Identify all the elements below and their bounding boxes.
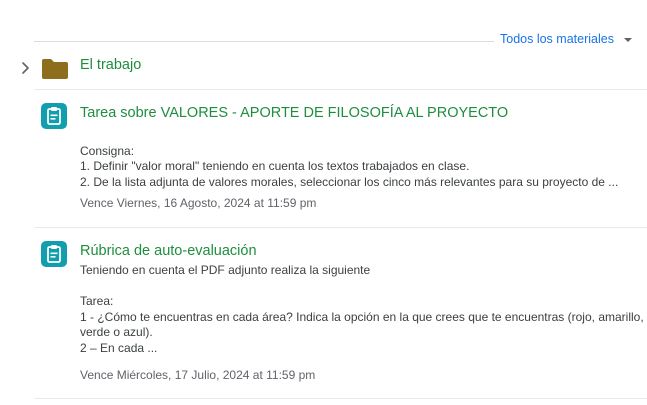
due-date: Vence Miércoles, 17 Julio, 2024 at 11:59… — [80, 368, 316, 382]
description-line — [80, 128, 645, 144]
description-line — [80, 279, 645, 295]
assignment-icon — [41, 241, 67, 267]
assignment-icon — [41, 103, 67, 129]
description-line: 1 - ¿Cómo te encuentras en cada área? In… — [80, 309, 644, 324]
material-filter-dropdown[interactable]: Todos los materiales — [500, 32, 632, 46]
filter-label: Todos los materiales — [500, 32, 614, 46]
divider — [34, 398, 647, 399]
divider — [34, 89, 647, 90]
assignment-description: Teniendo en cuenta el PDF adjunto realiz… — [80, 263, 645, 356]
topic-row[interactable]: El trabajo — [20, 54, 647, 82]
topic-header-bar: Todos los materiales — [34, 28, 647, 52]
description-line: 2. De la lista adjunta de valores morale… — [80, 174, 619, 189]
assignment-item[interactable]: Tarea sobre VALORES - APORTE DE FILOSOFÍ… — [40, 103, 640, 218]
divider — [34, 41, 494, 42]
assignment-description: Consigna: 1. Definir "valor moral" tenie… — [80, 128, 645, 190]
assignment-item[interactable]: Rúbrica de auto-evaluación Teniendo en c… — [40, 241, 644, 391]
assignment-title[interactable]: Tarea sobre VALORES - APORTE DE FILOSOFÍ… — [80, 105, 508, 121]
due-date: Vence Viernes, 16 Agosto, 2024 at 11:59 … — [80, 196, 317, 210]
description-line: Teniendo en cuenta el PDF adjunto realiz… — [80, 263, 371, 277]
description-line: verde o azul). — [80, 325, 153, 339]
description-line: 1. Definir "valor moral" teniendo en cue… — [80, 159, 470, 173]
caret-down-icon — [623, 37, 632, 42]
folder-icon — [42, 59, 68, 79]
chevron-right-icon[interactable] — [20, 58, 32, 78]
divider — [34, 227, 647, 228]
description-line: Consigna: — [80, 143, 135, 158]
description-line: 2 – En cada ... — [80, 340, 158, 355]
topic-title[interactable]: El trabajo — [80, 57, 141, 73]
assignment-title[interactable]: Rúbrica de auto-evaluación — [80, 243, 257, 259]
description-line: Tarea: — [80, 294, 114, 308]
